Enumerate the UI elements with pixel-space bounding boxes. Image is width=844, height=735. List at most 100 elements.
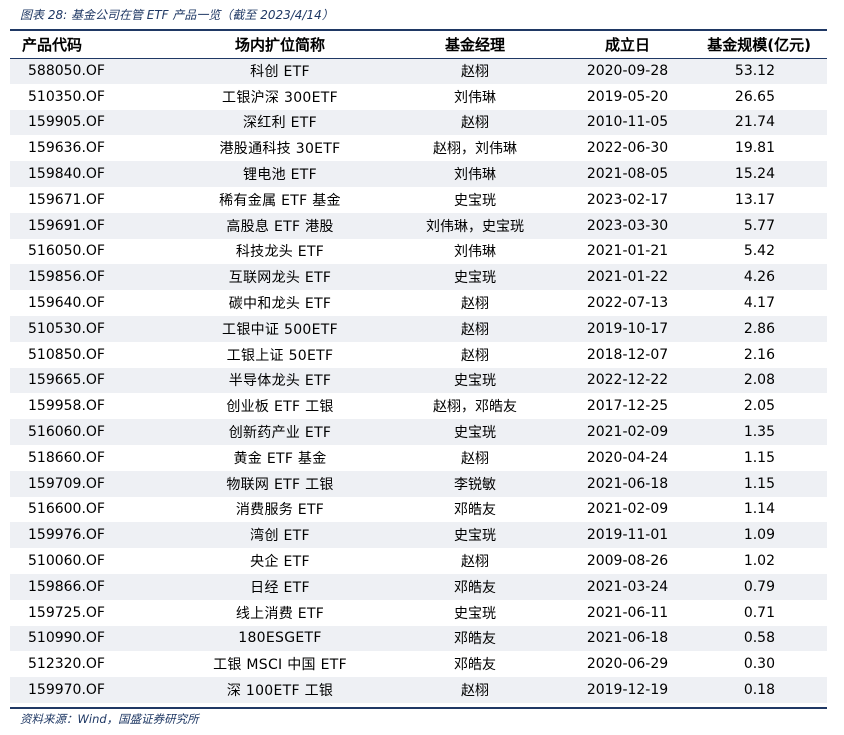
table-row: 516600.OF 消费服务 ETF 邓皓友 2021-02-09 1.14 [10, 497, 827, 523]
table-row: 159640.OF 碳中和龙头 ETF 赵栩 2022-07-13 4.17 [10, 290, 827, 316]
short-name-cell: 湾创 ETF [160, 522, 400, 549]
table-row: 510990.OF 180ESGETF 邓皓友 2021-06-18 0.58 [10, 625, 827, 652]
short-name-cell: 科创 ETF [160, 58, 400, 84]
header-short-name: 场内扩位简称 [234, 36, 325, 54]
fund-manager-cell: 邓皓友 [454, 657, 496, 674]
fund-manager-cell: 刘伟琳 [454, 89, 496, 106]
fund-manager-cell: 史宝珖 [400, 419, 550, 445]
table-row: 159725.OF 线上消费 ETF 史宝珖 2021-06-11 0.71 [10, 600, 827, 626]
short-name-cell: 稀有金属 ETF 基金 [219, 192, 341, 209]
fund-manager-cell: 史宝珖 [400, 522, 550, 549]
fund-size-cell: 26.65 [734, 88, 775, 105]
product-code-cell: 516060.OF [10, 419, 160, 445]
table-row: 159691.OF 高股息 ETF 港股 刘伟琳，史宝珖 2023-03-30 5.77 [10, 212, 827, 239]
table-row: 516050.OF 科技龙头 ETF 刘伟琳 2021-01-21 5.42 [10, 239, 827, 265]
inception-date-cell: 2020-09-28 [550, 58, 705, 84]
short-name-cell: 互联网龙头 ETF [160, 264, 400, 291]
table-row: 159840.OF 锂电池 ETF 刘伟琳 2021-08-05 15.24 [10, 161, 827, 187]
product-code-cell: 159636.OF [28, 140, 105, 157]
inception-date-cell: 2022-12-22 [550, 367, 705, 394]
short-name-cell: 线上消费 ETF [235, 605, 325, 622]
short-name-cell: 半导体龙头 ETF [160, 367, 400, 394]
inception-date-cell: 2023-02-17 [586, 191, 669, 208]
table-row: 159671.OF 稀有金属 ETF 基金 史宝珖 2023-02-17 13.17 [10, 187, 827, 213]
table-row: 159709.OF 物联网 ETF 工银 李锐敏 2021-06-18 1.15 [10, 470, 827, 497]
fund-size-cell: 1.15 [705, 470, 827, 497]
inception-date-cell: 2019-05-20 [586, 88, 669, 105]
fund-manager-cell: 赵栩 [461, 554, 489, 571]
product-code-cell: 510350.OF [28, 88, 105, 105]
fund-size-cell: 21.74 [705, 109, 827, 136]
table-row: 510350.OF 工银沪深 300ETF 刘伟琳 2019-05-20 26.65 [10, 84, 827, 110]
inception-date-cell: 2021-06-18 [550, 470, 705, 497]
table-row: 159905.OF 深红利 ETF 赵栩 2010-11-05 21.74 [10, 109, 827, 136]
table-row: 159856.OF 互联网龙头 ETF 史宝珖 2021-01-22 4.26 [10, 264, 827, 291]
product-code-cell: 159905.OF [10, 109, 160, 136]
fund-manager-cell: 赵栩 [400, 58, 550, 84]
short-name-cell: 工银上证 50ETF [226, 347, 334, 364]
product-code-cell: 159856.OF [10, 264, 160, 291]
short-name-cell: 工银中证 500ETF [160, 315, 400, 342]
fund-manager-cell: 赵栩，邓皓友 [433, 399, 517, 416]
table-row: 510060.OF 央企 ETF 赵栩 2009-08-26 1.02 [10, 548, 827, 574]
fund-size-cell: 1.09 [705, 522, 827, 549]
fund-size-cell: 5.77 [705, 212, 827, 239]
table-row: 512320.OF 工银 MSCI 中国 ETF 邓皓友 2020-06-29 0.30 [10, 651, 827, 677]
inception-date-cell: 2020-06-29 [586, 656, 669, 673]
short-name-cell: 港股通科技 30ETF [219, 141, 341, 158]
product-code-cell: 159976.OF [10, 522, 160, 549]
fund-manager-cell: 史宝珖 [400, 367, 550, 394]
product-code-cell: 510060.OF [28, 553, 105, 570]
fund-size-cell: 0.18 [705, 677, 827, 703]
figure-caption: 图表 28: 基金公司在管 ETF 产品一览（截至 2023/4/14） [20, 8, 334, 22]
inception-date-cell: 2021-01-21 [586, 243, 669, 260]
inception-date-cell: 2021-08-05 [550, 161, 705, 187]
inception-date-cell: 2021-01-22 [550, 264, 705, 291]
table-header: 产品代码 场内扩位简称 基金经理 成立日 基金规模(亿元) [10, 31, 827, 58]
fund-size-cell: 19.81 [734, 140, 775, 157]
product-code-cell: 510530.OF [10, 315, 160, 342]
header-inception-date: 成立日 [604, 36, 650, 54]
header-product-code: 产品代码 [22, 36, 83, 54]
short-name-cell: 工银沪深 300ETF [222, 89, 338, 106]
product-code-cell: 159665.OF [10, 367, 160, 394]
short-name-cell: 180ESGETF [160, 625, 400, 652]
inception-date-cell: 2022-06-30 [586, 140, 669, 157]
fund-size-cell: 1.15 [743, 449, 775, 466]
product-code-cell: 159725.OF [28, 604, 105, 621]
fund-size-cell: 2.86 [705, 315, 827, 342]
header-fund-manager: 基金经理 [444, 36, 505, 54]
fund-size-cell: 4.17 [743, 295, 775, 312]
short-name-cell: 创新药产业 ETF [160, 419, 400, 445]
table-row: 510850.OF 工银上证 50ETF 赵栩 2018-12-07 2.16 [10, 342, 827, 368]
fund-size-cell: 0.58 [705, 625, 827, 652]
product-code-cell: 516600.OF [28, 501, 105, 518]
fund-manager-cell: 邓皓友 [400, 573, 550, 600]
fund-size-cell: 13.17 [734, 191, 775, 208]
inception-date-cell: 2019-10-17 [550, 315, 705, 342]
table-row: 518660.OF 黄金 ETF 基金 赵栩 2020-04-24 1.15 [10, 445, 827, 471]
inception-date-cell: 2019-12-19 [550, 677, 705, 703]
fund-manager-cell: 赵栩 [400, 109, 550, 136]
table-body: 588050.OF 科创 ETF 赵栩 2020-09-28 53.12 510350.O… [10, 58, 827, 703]
fund-size-cell: 0.79 [705, 573, 827, 600]
fund-manager-cell: 赵栩 [400, 315, 550, 342]
fund-manager-cell: 刘伟琳，史宝珖 [400, 212, 550, 239]
short-name-cell: 黄金 ETF 基金 [233, 450, 327, 467]
product-code-cell: 588050.OF [10, 58, 160, 84]
inception-date-cell: 2017-12-25 [586, 398, 669, 415]
fund-size-cell: 5.42 [743, 243, 775, 260]
fund-manager-cell: 刘伟琳 [454, 244, 496, 261]
short-name-cell: 物联网 ETF 工银 [160, 470, 400, 497]
fund-manager-cell: 赵栩 [461, 450, 489, 467]
table-row: 510530.OF 工银中证 500ETF 赵栩 2019-10-17 2.86 [10, 315, 827, 342]
product-code-cell: 159691.OF [10, 212, 160, 239]
product-code-cell: 518660.OF [28, 449, 105, 466]
fund-size-cell: 0.30 [743, 656, 775, 673]
fund-manager-cell: 赵栩 [400, 677, 550, 703]
table-row: 159636.OF 港股通科技 30ETF 赵栩，刘伟琳 2022-06-30 19.8… [10, 135, 827, 161]
fund-manager-cell: 邓皓友 [400, 625, 550, 652]
fund-size-cell: 2.16 [743, 346, 775, 363]
fund-manager-cell: 赵栩，刘伟琳 [433, 141, 517, 158]
short-name-cell: 碳中和龙头 ETF [228, 296, 332, 313]
